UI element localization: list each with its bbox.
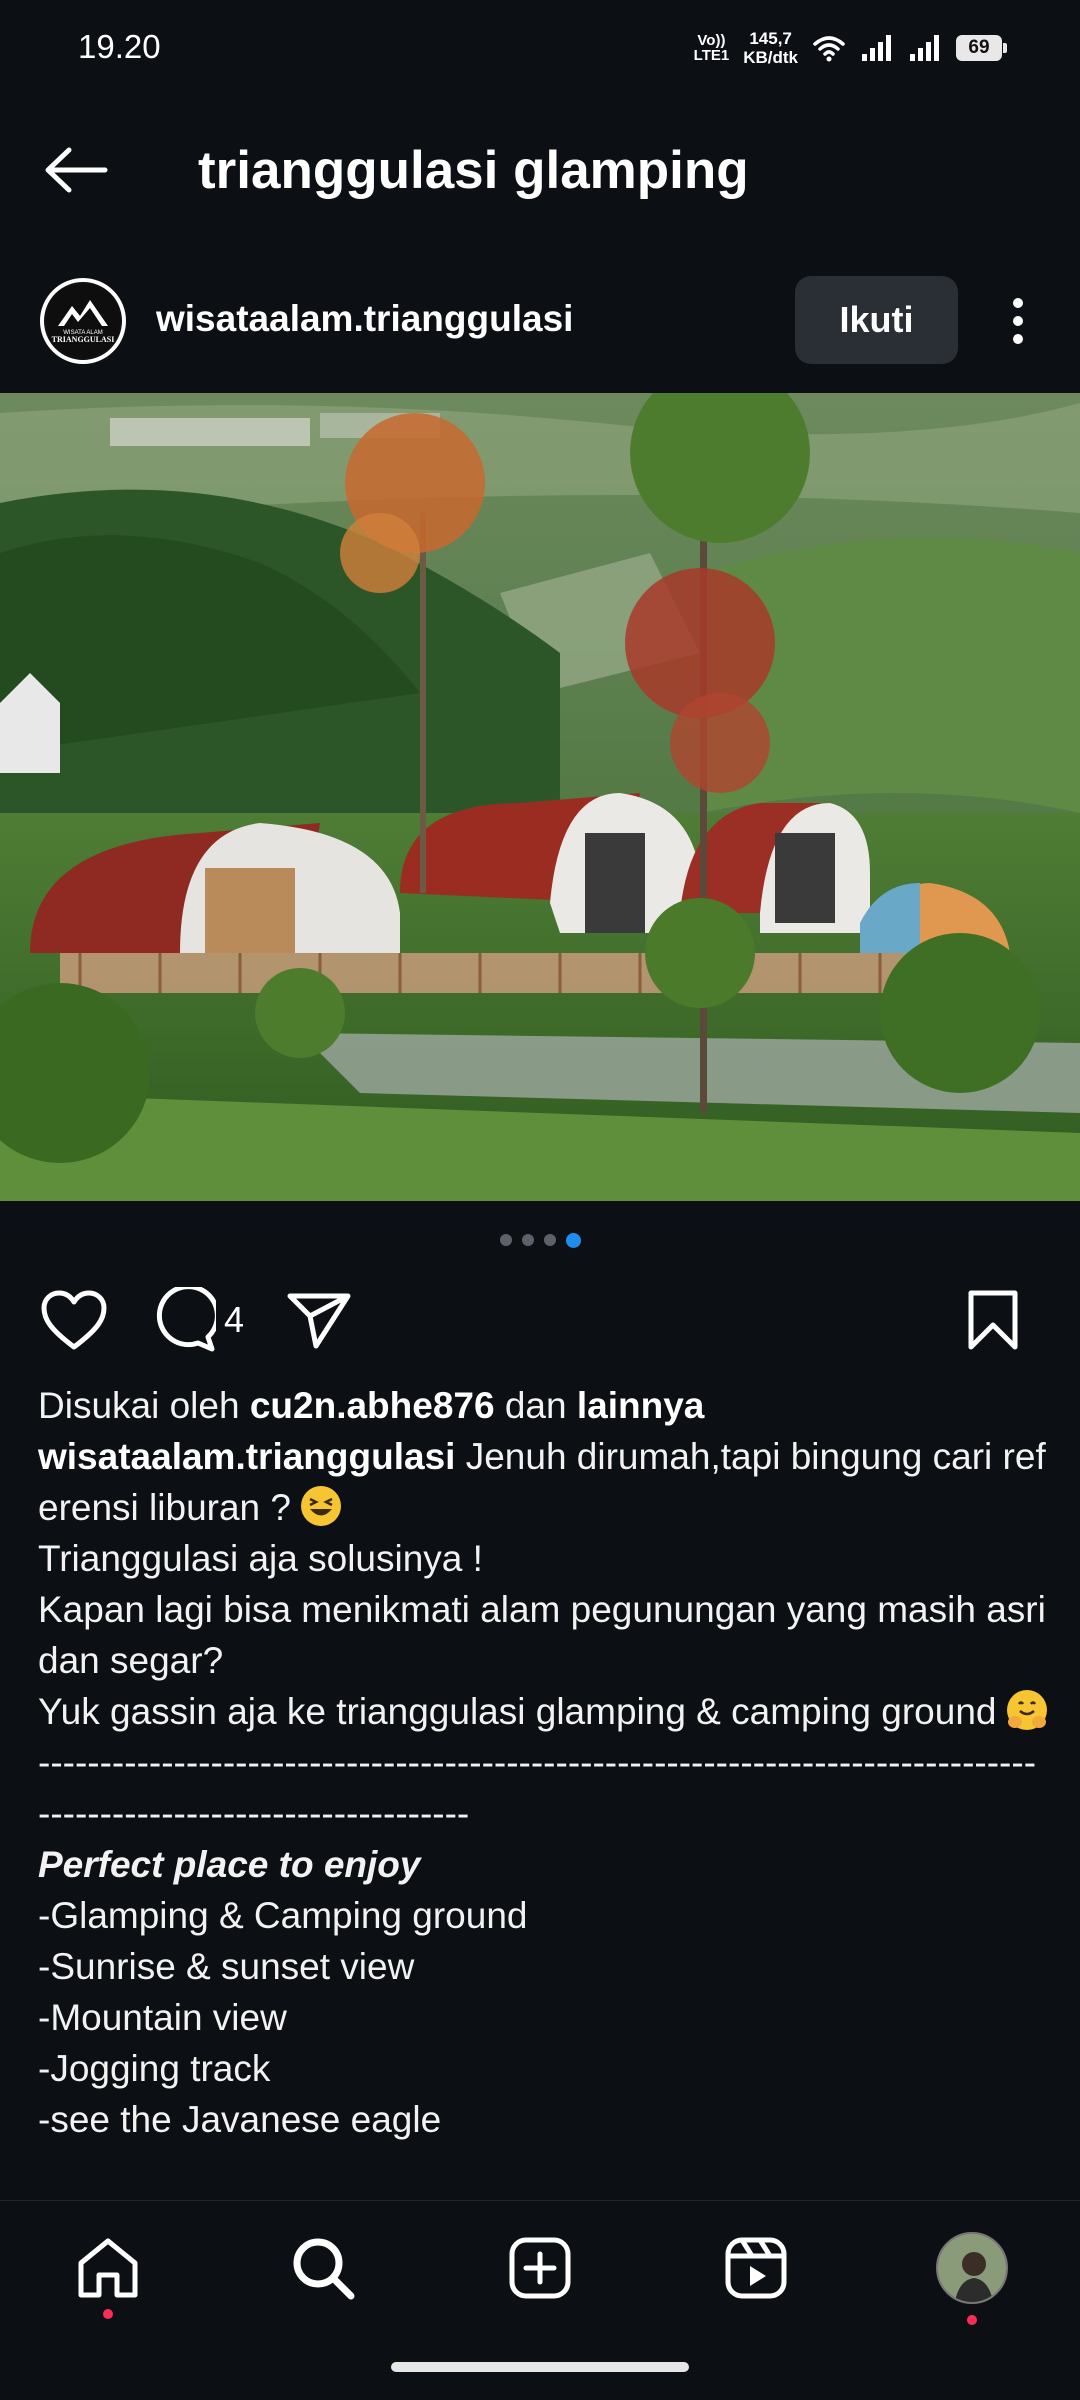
liked-by-others[interactable]: lainnya bbox=[577, 1385, 705, 1426]
share-button[interactable] bbox=[286, 1286, 356, 1354]
paper-plane-icon bbox=[287, 1293, 351, 1349]
perfect-place-heading: Perfect place to enjoy bbox=[38, 1844, 421, 1885]
nav-create[interactable] bbox=[497, 2225, 583, 2311]
arrow-left-icon bbox=[45, 147, 108, 193]
post-caption: Disukai oleh cu2n.abhe876 dan lainnya wi… bbox=[38, 1380, 1048, 2145]
feature-item: -Sunrise & sunset view bbox=[38, 1946, 415, 1987]
grinning-squint-emoji-icon bbox=[301, 1486, 342, 1526]
status-icons: Vo)) LTE1 145,7 KB/dtk 69 bbox=[693, 24, 1007, 72]
comment-bubble-icon bbox=[156, 1287, 216, 1352]
carousel-dot bbox=[499, 1234, 512, 1246]
wifi-icon bbox=[813, 36, 845, 62]
follow-button[interactable]: Ikuti bbox=[795, 276, 958, 364]
post-photo[interactable] bbox=[0, 393, 1080, 1201]
create-plus-icon bbox=[509, 2237, 571, 2299]
carousel-dot bbox=[521, 1234, 534, 1246]
volte-indicator: Vo)) LTE1 bbox=[693, 32, 730, 64]
nav-profile[interactable] bbox=[929, 2225, 1015, 2325]
more-options-button[interactable] bbox=[990, 286, 1046, 356]
carousel-dot-active bbox=[565, 1233, 581, 1248]
notification-dot bbox=[103, 2309, 113, 2319]
post-header: WISATA ALAM TRIANGGULASI wisataalam.tria… bbox=[0, 268, 1080, 378]
nav-search[interactable] bbox=[280, 2225, 366, 2311]
save-button[interactable] bbox=[966, 1286, 1036, 1354]
feature-item: -Jogging track bbox=[38, 2048, 271, 2089]
feature-item: -Glamping & Camping ground bbox=[38, 1895, 528, 1936]
account-avatar[interactable]: WISATA ALAM TRIANGGULASI bbox=[40, 278, 126, 364]
more-vertical-icon bbox=[1013, 298, 1023, 344]
profile-avatar bbox=[936, 2232, 1008, 2304]
post-actions: 4 bbox=[0, 1280, 1080, 1360]
bookmark-icon bbox=[968, 1290, 1018, 1350]
signal-icon-2 bbox=[910, 35, 939, 61]
liked-by-user[interactable]: cu2n.abhe876 bbox=[250, 1385, 495, 1426]
heart-icon bbox=[41, 1290, 107, 1350]
brand-logo: WISATA ALAM TRIANGGULASI bbox=[46, 284, 120, 358]
search-icon bbox=[293, 2238, 355, 2300]
battery-indicator: 69 bbox=[956, 35, 1007, 61]
page-title: trianggulasi glamping bbox=[198, 141, 749, 200]
liked-by-line: Disukai oleh cu2n.abhe876 dan lainnya bbox=[38, 1385, 705, 1426]
signal-icon bbox=[862, 35, 891, 61]
header: trianggulasi glamping bbox=[0, 110, 1080, 230]
caption-divider: ----------------------------------------… bbox=[38, 1742, 1037, 1834]
feature-item: -see the Javanese eagle bbox=[38, 2099, 442, 2140]
svg-text:TRIANGGULASI: TRIANGGULASI bbox=[52, 335, 115, 344]
network-speed: 145,7 KB/dtk bbox=[743, 29, 798, 67]
hugging-face-emoji-icon bbox=[1006, 1690, 1047, 1730]
comment-button[interactable]: 4 bbox=[150, 1286, 244, 1354]
notification-dot bbox=[967, 2315, 977, 2325]
post-username[interactable]: wisataalam.trianggulasi bbox=[156, 298, 573, 340]
caption-username[interactable]: wisataalam.trianggulasi bbox=[38, 1436, 455, 1477]
status-time: 19.20 bbox=[78, 28, 161, 65]
bottom-navigation bbox=[0, 2200, 1080, 2330]
carousel-indicator bbox=[0, 1233, 1080, 1248]
glamping-landscape-image bbox=[0, 393, 1080, 1201]
reels-icon bbox=[725, 2237, 787, 2299]
nav-reels[interactable] bbox=[713, 2225, 799, 2311]
like-button[interactable] bbox=[40, 1286, 112, 1354]
home-gesture-bar[interactable] bbox=[391, 2362, 689, 2372]
caption-text: wisataalam.trianggulasi Jenuh dirumah,ta… bbox=[38, 1436, 1046, 1528]
carousel-dot bbox=[543, 1234, 556, 1246]
status-bar: 19.20 Vo)) LTE1 145,7 KB/dtk 69 bbox=[0, 0, 1080, 96]
nav-home[interactable] bbox=[65, 2225, 151, 2319]
home-icon bbox=[78, 2238, 138, 2298]
back-button[interactable] bbox=[36, 136, 116, 204]
feature-item: -Mountain view bbox=[38, 1997, 287, 2038]
comment-count: 4 bbox=[224, 1299, 245, 1340]
